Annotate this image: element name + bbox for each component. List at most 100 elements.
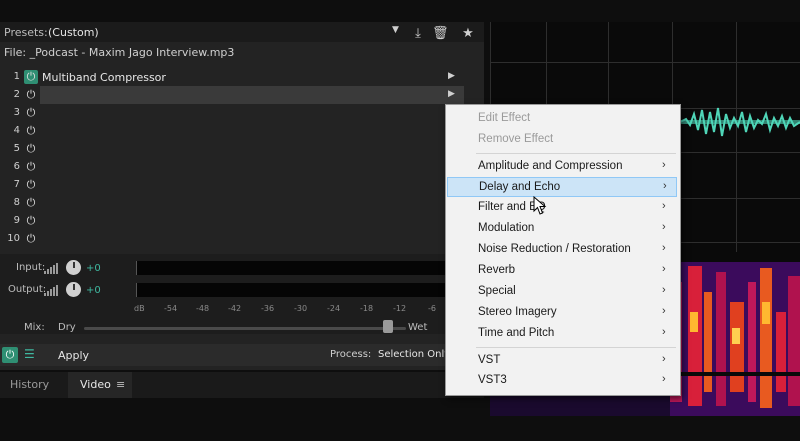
effects-rack-panel: Presets: (Custom) ▼ ⤓ 🗑 ★ File: _Podcast… [0,22,484,370]
file-name: File: _Podcast - Maxim Jago Interview.mp… [4,46,235,59]
chevron-right-icon: › [662,221,666,233]
process-dropdown[interactable]: Selection Only [378,349,450,360]
mix-slider-track[interactable] [84,327,406,330]
menu-item-amplitude-compression[interactable]: Amplitude and Compression › [446,157,678,177]
chevron-right-icon: › [663,180,667,192]
effect-slot-8[interactable]: 8 ⏻ [0,194,470,212]
menu-item-label: Remove Effect [478,133,554,145]
slot-number: 7 [13,179,20,190]
input-gain-value[interactable]: +0 [86,263,101,274]
power-icon[interactable]: ⏻ [24,232,38,246]
mix-slider-thumb[interactable] [383,320,394,333]
scale-label: -42 [228,304,242,313]
power-icon[interactable]: ⏻ [24,196,38,210]
panel-tabs: History Video ≡ [0,372,484,398]
menu-item-edit-effect[interactable]: Edit Effect [446,109,678,129]
menu-item-vst[interactable]: VST › [446,351,678,371]
tab-menu-icon[interactable]: ≡ [116,378,125,391]
grid-line [490,62,800,63]
effect-slot-7[interactable]: 7 ⏻ [0,176,470,194]
output-level-icon [44,285,58,296]
menu-item-label: Special [478,285,516,297]
effect-slot-3[interactable]: 3 ⏻ [0,104,470,122]
mouse-cursor-icon [533,196,547,215]
list-icon[interactable]: ☰ [24,347,35,361]
tab-video[interactable]: Video [80,378,111,391]
menu-item-label: Delay and Echo [479,181,561,193]
chevron-right-icon: › [662,284,666,296]
input-level-icon [44,263,58,274]
menu-separator [476,347,676,348]
menu-item-label: Time and Pitch [478,327,555,339]
menu-item-remove-effect[interactable]: Remove Effect [446,130,678,150]
power-icon[interactable]: ⏻ [24,160,38,174]
tab-history[interactable]: History [10,378,49,391]
master-power-icon[interactable]: ⏻ [2,347,18,363]
effect-slot-10[interactable]: 10 ⏻ [0,230,470,248]
output-gain-knob[interactable] [66,282,81,297]
menu-item-label: Stereo Imagery [478,306,557,318]
slot-arrow-icon[interactable]: ▶ [448,89,455,99]
output-meter [136,283,447,297]
effect-slot-4[interactable]: 4 ⏻ [0,122,470,140]
input-meter [136,261,447,275]
scale-label: -36 [261,304,275,313]
scale-label: -24 [327,304,341,313]
input-label: Input: [16,262,46,273]
menu-item-label: Amplitude and Compression [478,160,623,172]
slot-number: 6 [13,161,20,172]
power-icon[interactable]: ⏻ [24,106,38,120]
power-icon[interactable]: ⏻ [24,124,38,138]
save-preset-icon[interactable]: ⤓ [410,26,426,42]
scale-label: dB [134,304,145,313]
trash-icon[interactable]: 🗑 [432,26,449,42]
menu-item-reverb[interactable]: Reverb › [446,261,678,281]
scale-label: -54 [164,304,178,313]
menu-item-delay-echo[interactable]: Delay and Echo › [447,177,677,197]
file-row: File: _Podcast - Maxim Jago Interview.mp… [0,42,484,62]
output-label: Output: [8,284,47,295]
menu-item-vst3[interactable]: VST3 › [446,371,678,391]
menu-item-special[interactable]: Special › [446,282,678,302]
power-icon[interactable]: ⏻ [24,214,38,228]
menu-item-label: Reverb [478,264,516,276]
presets-dropdown[interactable]: (Custom) [48,26,99,39]
output-gain-value[interactable]: +0 [86,285,101,296]
power-icon[interactable]: ⏻ [24,178,38,192]
presets-label: Presets: [4,26,48,39]
slot-number: 10 [7,233,20,244]
slot-number: 9 [13,215,20,226]
power-icon[interactable]: ⏻ [24,70,38,84]
chevron-right-icon: › [662,373,666,385]
apply-button[interactable]: Apply [58,349,89,362]
power-icon[interactable]: ⏻ [24,142,38,156]
slot-number: 3 [13,107,20,118]
effect-name: Multiband Compressor [42,71,166,84]
effect-slot-9[interactable]: 9 ⏻ [0,212,470,230]
effect-slot-1[interactable]: 1 ⏻ Multiband Compressor ▶ [0,68,470,86]
menu-item-time-pitch[interactable]: Time and Pitch › [446,324,678,344]
effect-slot-5[interactable]: 5 ⏻ [0,140,470,158]
effect-slot-6[interactable]: 6 ⏻ [0,158,470,176]
power-icon[interactable]: ⏻ [24,88,38,102]
menu-item-stereo-imagery[interactable]: Stereo Imagery › [446,303,678,323]
presets-row: Presets: (Custom) ▼ ⤓ 🗑 ★ [0,22,484,42]
mix-wet-label: Wet [408,322,428,333]
slot-arrow-icon[interactable]: ▶ [448,71,455,81]
scale-label: -6 [428,304,436,313]
input-gain-knob[interactable] [66,260,81,275]
menu-item-filter-eq[interactable]: Filter and EQ › [446,198,678,218]
menu-item-noise-reduction[interactable]: Noise Reduction / Restoration › [446,240,678,260]
chevron-right-icon: › [662,242,666,254]
slot-number: 8 [13,197,20,208]
star-icon[interactable]: ★ [460,26,476,42]
menu-item-modulation[interactable]: Modulation › [446,219,678,239]
menu-item-label: VST3 [478,374,507,386]
chevron-right-icon: › [662,263,666,275]
scale-label: -30 [294,304,308,313]
menu-item-label: Modulation [478,222,535,234]
effect-slot-2[interactable]: 2 ⏻ ▶ [0,86,470,104]
chevron-right-icon: › [662,326,666,338]
scale-label: -18 [360,304,374,313]
presets-chevron-down-icon[interactable]: ▼ [392,25,399,35]
